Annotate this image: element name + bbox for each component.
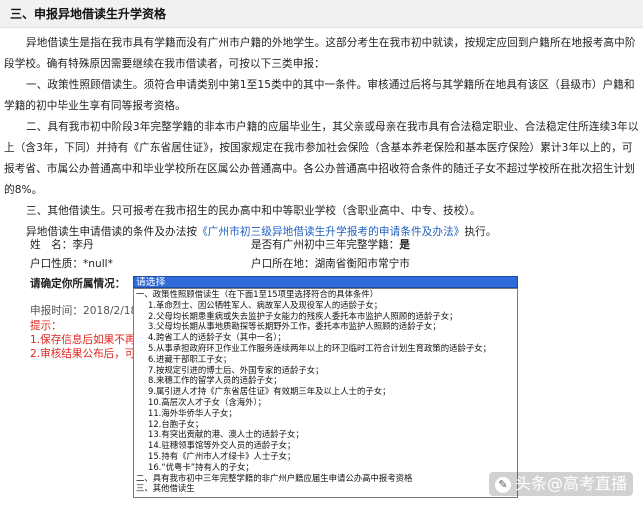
situation-option[interactable]: 12.台胞子女； (134, 419, 517, 430)
situation-option[interactable]: 16.“优粤卡”持有人的子女； (134, 462, 517, 473)
full-enrollment-label: 是否有广州初中三年完整学籍： (251, 239, 400, 251)
intro-paragraph: 异地借读生是指在我市具有学籍而没有广州市户籍的外地学生。这部分考生在我市初中就读… (4, 37, 636, 70)
tips-title: 提示： (30, 320, 62, 332)
category-one-paragraph: 一、政策性照顾借读生。须符合申请类别中第1至15类中的其中一条件。审核通过后将与… (4, 79, 635, 112)
name-row: 姓 名：李丹 (30, 236, 94, 254)
name-label: 姓 名： (30, 239, 73, 251)
full-enrollment-row: 是否有广州初中三年完整学籍：是 (251, 236, 410, 254)
location-row: 户口所在地：湖南省衡阳市常宁市 (251, 255, 410, 273)
situation-option[interactable]: 2.父母均长期患重病或失去监护子女能力的残疾人委托本市监护人照顾的适龄子女； (134, 311, 517, 322)
hukou-row: 户口性质：*null* (30, 255, 113, 273)
situation-select[interactable]: 请选择 (133, 276, 518, 288)
location-value: 湖南省衡阳市常宁市 (314, 258, 410, 270)
apply-suffix: 执行。 (464, 226, 497, 238)
tip-line-2: 2.审核结果公布后，可 (30, 348, 136, 360)
situation-option[interactable]: 6.进藏干部职工子女； (134, 354, 517, 365)
situation-options-list[interactable]: 一、政策性照顾借读生（在下面1至15项里选择符合的具体条件） 1.革命烈士、因公牺… (133, 288, 518, 498)
situation-option[interactable]: 4.跨省工人的适龄子女（其中一名）； (134, 332, 517, 343)
category-two-paragraph: 二、具有我市初中阶段3年完整学籍的非本市户籍的应届毕业生，其父亲或母亲在我市具有… (4, 121, 639, 196)
situation-option[interactable]: 三、其他借读生 (134, 483, 517, 494)
situation-option[interactable]: 二、具有我市初中三年完整学籍的非广州户籍应届生申请公办高中报考资格 (134, 473, 517, 484)
hukou-value: *null* (82, 258, 113, 270)
situation-option[interactable]: 14.驻穗领事馆等外交人员的适龄子女； (134, 440, 517, 451)
confirm-situation-label: 请确定你所属情况： (30, 278, 126, 290)
situation-option[interactable]: 10.高层次人才子女（含海外）； (134, 397, 517, 408)
situation-option[interactable]: 1.革命烈士、因公牺牲军人、病故军人及现役军人的适龄子女； (134, 300, 517, 311)
situation-option[interactable]: 3.父母均长期从事地质勘探等长期野外工作，委托本市监护人照顾的适龄子女； (134, 321, 517, 332)
hukou-label: 户口性质： (30, 258, 83, 270)
tip-line-1: 1.保存信息后如果不再 (30, 334, 136, 346)
situation-option[interactable]: 一、政策性照顾借读生（在下面1至15项里选择符合的具体条件） (134, 289, 517, 300)
toutiao-logo-icon: ✎ (494, 476, 511, 493)
name-value: 李丹 (72, 239, 94, 251)
watermark-text: 头条@高考直播 (514, 474, 627, 493)
situation-option[interactable]: 11.海外华侨华人子女； (134, 408, 517, 419)
full-enrollment-value: 是 (399, 239, 410, 251)
situation-option[interactable]: 7.按规定引进的博士后、外国专家的适龄子女； (134, 365, 517, 376)
situation-option[interactable]: 5.从事承担政府环卫作业工作服务连续两年以上的环卫临时工符合计划生育政策的适龄子… (134, 343, 517, 354)
location-label: 户口所在地： (251, 258, 315, 270)
apply-time: 申报时间：2018/2/18 (30, 305, 138, 317)
category-three-paragraph: 三、其他借读生。只可报考在我市招生的民办高中和中等职业学校（含职业高中、中专、技… (26, 205, 481, 217)
situation-option[interactable]: 13.有突出贡献的港、澳人士的适龄子女； (134, 429, 517, 440)
watermark: ✎ 头条@高考直播 (488, 472, 633, 496)
situation-option[interactable]: 8.来穗工作的留学人员的适龄子女； (134, 375, 517, 386)
situation-option[interactable]: 9.属引进人才持《广东省居住证》有效期三年及以上人士的子女； (134, 386, 517, 397)
situation-option[interactable]: 15.持有《广州市人才绿卡》人士子女； (134, 451, 517, 462)
section-title: 三、申报异地借读生升学资格 (0, 0, 643, 28)
